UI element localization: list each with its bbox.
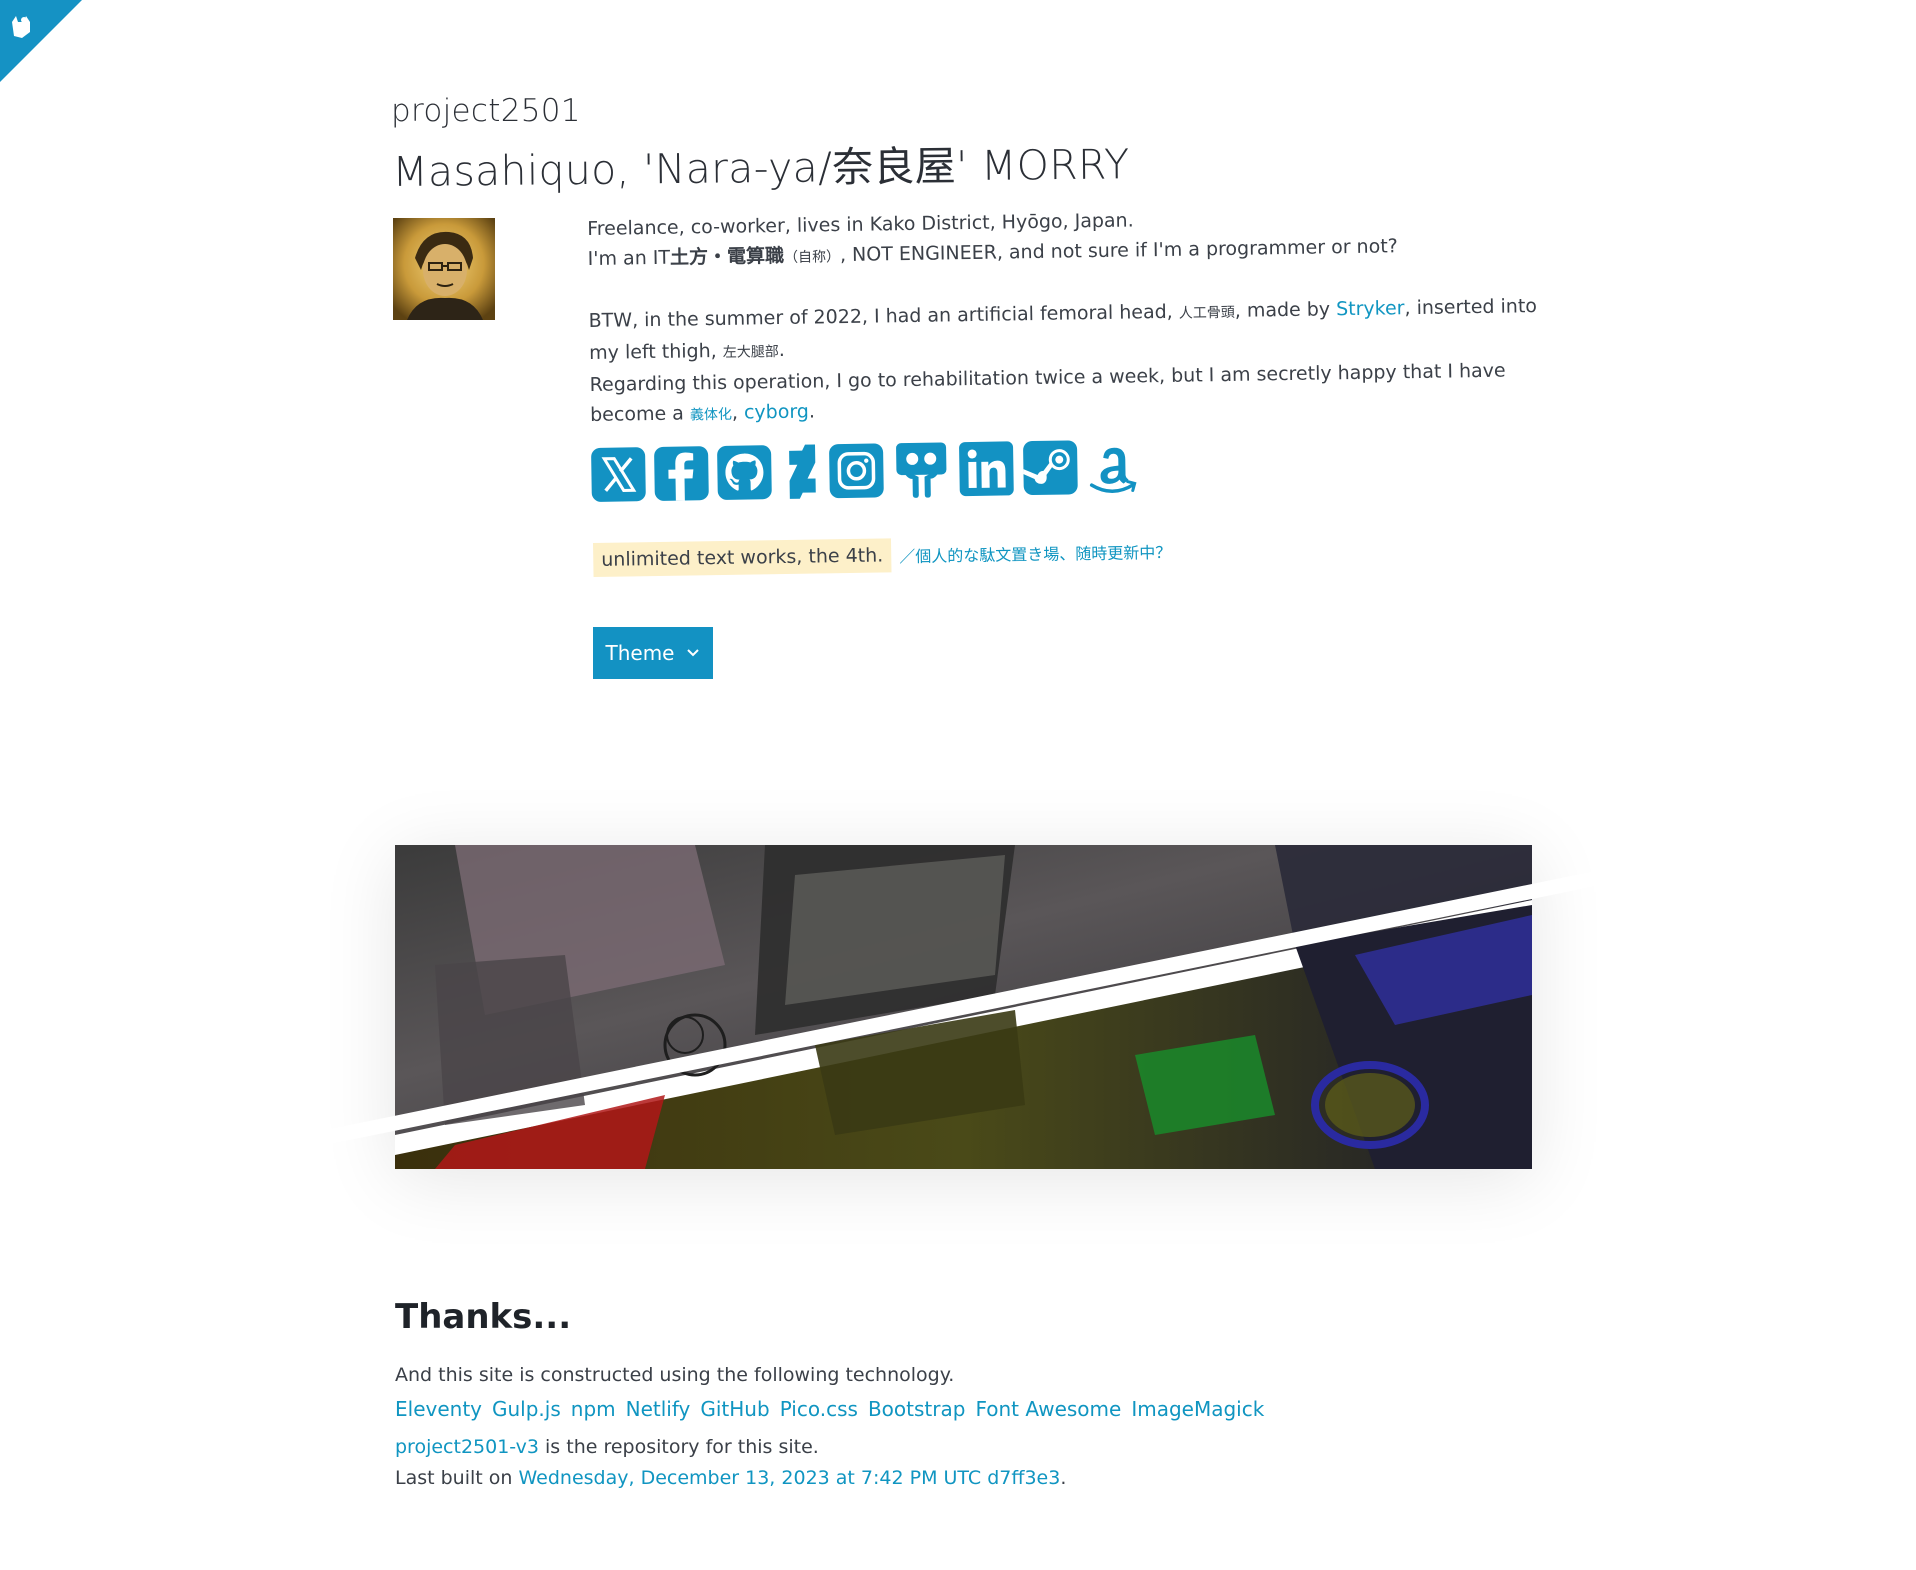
theme-button-label: Theme bbox=[605, 641, 675, 665]
build-info: Last built on Wednesday, December 13, 20… bbox=[395, 1467, 1067, 1489]
writing-link[interactable]: ／個人的な駄文置き場、随時更新中？ bbox=[899, 539, 1171, 567]
stryker-link[interactable]: Stryker bbox=[1336, 297, 1405, 320]
deviantart-icon[interactable] bbox=[775, 442, 834, 501]
bio: Freelance, co-worker, lives in Kako Dist… bbox=[587, 199, 1550, 432]
tech-link-netlify[interactable]: Netlify bbox=[626, 1397, 691, 1421]
tech-link-font-awesome[interactable]: Font Awesome bbox=[975, 1397, 1121, 1421]
chevron-down-icon bbox=[687, 649, 700, 657]
unlimited-text-works-label: unlimited text works, the 4th. bbox=[593, 538, 892, 577]
writing-note: unlimited text works, the 4th. ／個人的な駄文置き… bbox=[593, 534, 1171, 577]
tech-link-gulpjs[interactable]: Gulp.js bbox=[492, 1397, 561, 1421]
repo-link[interactable]: project2501-v3 bbox=[395, 1436, 539, 1458]
repo-line: project2501-v3 is the repository for thi… bbox=[395, 1436, 819, 1458]
social-links bbox=[589, 437, 1150, 516]
tech-link-picocss[interactable]: Pico.css bbox=[780, 1397, 858, 1421]
avatar bbox=[393, 218, 495, 320]
tech-link-bootstrap[interactable]: Bootstrap bbox=[868, 1397, 965, 1421]
theme-dropdown-button[interactable]: Theme bbox=[593, 627, 713, 679]
linkedin-icon[interactable] bbox=[957, 439, 1016, 498]
author-name: Masahiquo, 'Nara-ya/奈良屋' MORRY bbox=[392, 140, 1130, 196]
slideshare-icon[interactable] bbox=[892, 440, 951, 499]
x-icon[interactable] bbox=[589, 445, 648, 504]
steam-icon[interactable] bbox=[1021, 438, 1080, 497]
amazon-icon[interactable] bbox=[1083, 437, 1142, 496]
tech-link-github[interactable]: GitHub bbox=[700, 1397, 769, 1421]
instagram-icon[interactable] bbox=[827, 441, 886, 500]
tech-link-npm[interactable]: npm bbox=[571, 1397, 616, 1421]
corner-badge[interactable] bbox=[0, 0, 82, 82]
gitaika-link[interactable]: 義体化 bbox=[690, 407, 732, 424]
tech-link-imagemagick[interactable]: ImageMagick bbox=[1131, 1397, 1264, 1421]
technology-list: Eleventy Gulp.js npm Netlify GitHub Pico… bbox=[395, 1397, 1264, 1421]
github-icon[interactable] bbox=[715, 443, 774, 502]
thanks-heading: Thanks... bbox=[395, 1297, 572, 1337]
build-commit-link[interactable]: Wednesday, December 13, 2023 at 7:42 PM … bbox=[518, 1467, 1060, 1489]
desk-banner-image bbox=[325, 845, 1625, 1169]
tech-link-eleventy[interactable]: Eleventy bbox=[395, 1397, 482, 1421]
cyborg-link[interactable]: cyborg bbox=[744, 401, 809, 424]
thanks-text: And this site is constructed using the f… bbox=[395, 1364, 955, 1386]
site-name[interactable]: project2501 bbox=[391, 93, 581, 129]
facebook-icon[interactable] bbox=[652, 444, 711, 503]
